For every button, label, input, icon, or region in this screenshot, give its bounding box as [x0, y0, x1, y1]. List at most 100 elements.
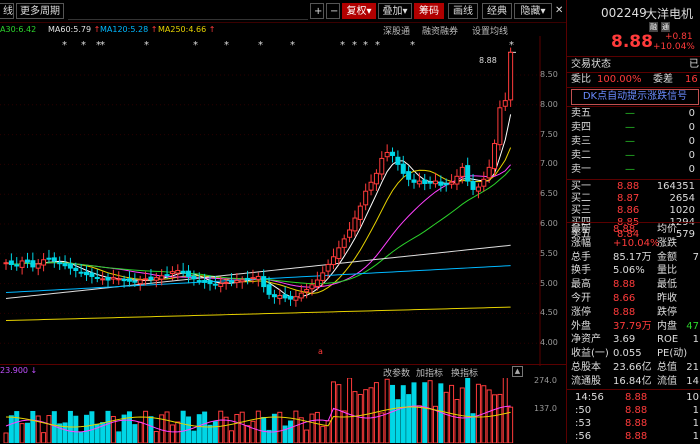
ma250-legend: MA250:4.66 ↑: [158, 25, 216, 34]
stat-row: 流通股 16.84亿 流值 14: [571, 375, 699, 389]
volume-bar: [207, 424, 213, 443]
volume-bar: [320, 425, 326, 443]
candle: [422, 173, 428, 191]
ask-row: 卖一 — 0: [571, 163, 699, 177]
ask-volume: 0: [688, 136, 695, 147]
stat-value-2: 7: [692, 251, 699, 263]
volume-bar: [218, 410, 224, 443]
candle: [180, 262, 186, 277]
stat-label: 外盘: [571, 320, 591, 332]
stat-value-2: 1: [692, 334, 699, 346]
volume-bar: [57, 423, 63, 443]
stat-label: 今开: [571, 293, 591, 304]
volume-bar: [309, 413, 315, 443]
stat-value: 5.06%: [613, 265, 645, 277]
stat-label-2: 流值: [657, 375, 677, 387]
candle: [508, 47, 514, 107]
kline-chart[interactable]: * * * * * * * * * * * * * **: [0, 36, 566, 366]
volume-bar: [116, 431, 122, 443]
candle: [41, 253, 47, 272]
stat-label-2: PE(动): [657, 348, 688, 360]
signal-star: *: [410, 40, 415, 51]
signal-star: *: [62, 40, 67, 51]
candle: [78, 263, 84, 277]
signal-star: *: [363, 40, 368, 51]
volume-bar: [416, 405, 422, 443]
signal-star: *: [340, 40, 345, 51]
divider: [567, 87, 700, 88]
close-icon[interactable]: ✕: [552, 3, 566, 19]
stat-row: 最高 8.88 最低: [571, 278, 699, 292]
collapse-icon[interactable]: ▲: [512, 366, 523, 377]
candle: [336, 240, 342, 265]
volume-bar: [347, 378, 353, 443]
tick-time: 14:56: [575, 392, 604, 403]
candle: [234, 273, 240, 289]
signal-star: *: [81, 40, 86, 51]
signal-star: *: [290, 40, 295, 51]
volume-bar: [73, 415, 79, 443]
trade-status-value: 已: [689, 59, 699, 70]
badge-rong: 融: [649, 22, 658, 32]
tick-price: 8.88: [625, 418, 648, 429]
candle: [379, 151, 385, 180]
candle: [126, 271, 132, 287]
volume-bar: [406, 394, 412, 443]
volume-bar: [202, 411, 208, 443]
zoom-in-button[interactable]: +: [310, 3, 324, 19]
dk-signal-banner[interactable]: DK点自动提示涨跌信号: [571, 89, 699, 105]
stat-row: 涨停 8.88 跌停: [571, 306, 699, 320]
candle: [51, 252, 57, 268]
tick-price: 8.88: [625, 392, 648, 403]
volume-bar: [432, 405, 438, 443]
volume-bar: [228, 430, 234, 443]
volume-value-label: 23.900 ↓: [0, 366, 38, 375]
zoom-out-button[interactable]: −: [326, 3, 340, 19]
more-period-button[interactable]: 更多周期: [16, 3, 64, 19]
tick-volume: 1: [692, 418, 699, 429]
candle: [271, 289, 277, 304]
draw-line-button[interactable]: 画线: [448, 3, 478, 19]
volume-divider: [0, 364, 566, 365]
stat-value-2: 47: [686, 320, 699, 332]
volume-bar: [390, 384, 396, 443]
stat-label: 净资产: [571, 334, 601, 346]
candle: [481, 171, 487, 192]
stat-value: 3.69: [613, 334, 636, 346]
overlay-label: 叠加: [382, 6, 403, 17]
candle: [84, 265, 90, 281]
ask-label: 卖四: [571, 122, 591, 133]
last-price: 8.88: [611, 32, 653, 52]
volume-bar: [51, 411, 57, 443]
badge-tong: 通: [661, 22, 670, 32]
volume-bar: [105, 410, 111, 443]
tick-row: :56 8.88 1: [571, 430, 699, 444]
stat-row: 外盘 37.79万 内盘 47: [571, 320, 699, 334]
ma60-legend: MA60:5.79 ↑: [48, 25, 101, 34]
fuquan-label: 复权: [346, 6, 367, 17]
period-button[interactable]: 线: [0, 3, 14, 19]
candle: [470, 174, 476, 196]
candle: [406, 166, 412, 187]
candle: [347, 221, 353, 243]
stat-row: 换手 5.06% 量比: [571, 264, 699, 278]
volume-bar: [30, 410, 36, 443]
fuquan-dropdown[interactable]: 复权▾: [342, 3, 376, 19]
volume-bar: [341, 410, 347, 443]
volume-bar: [384, 378, 390, 443]
candle: [293, 290, 299, 307]
overlay-dropdown[interactable]: 叠加▾: [378, 3, 412, 19]
candle: [19, 256, 25, 275]
stat-row: 收益(一) 0.055 PE(动): [571, 347, 699, 361]
volume-bar: [379, 412, 385, 443]
stock-name: 大洋电机: [645, 7, 694, 21]
weicha-label: 委差: [653, 74, 673, 85]
ask-volume: 0: [688, 164, 695, 175]
candle: [330, 248, 336, 270]
classic-button[interactable]: 经典: [482, 3, 512, 19]
hide-dropdown[interactable]: 隐藏▾: [514, 3, 552, 19]
chip-button[interactable]: 筹码: [414, 3, 444, 19]
candle: [186, 265, 192, 284]
volume-bar: [443, 391, 449, 443]
candle: [67, 257, 73, 275]
